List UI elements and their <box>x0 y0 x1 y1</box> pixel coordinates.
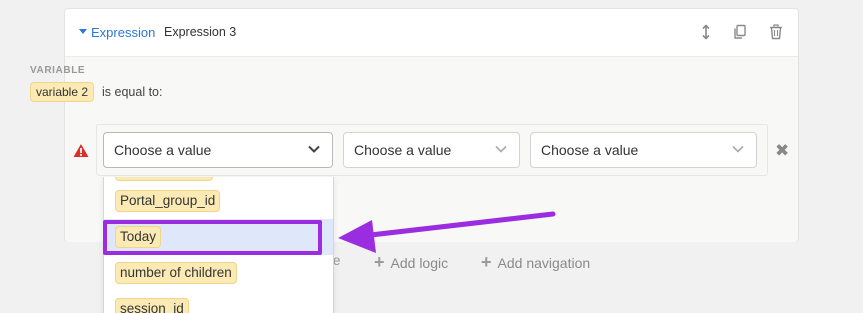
expression-header: Expression Expression 3 <box>65 9 798 57</box>
highlight-box <box>103 220 322 255</box>
variable-tag: variable 2 <box>30 82 95 102</box>
warning-icon <box>73 143 89 158</box>
partial-option <box>115 177 213 181</box>
dropdown-option[interactable]: number of children <box>104 255 333 291</box>
plus-icon: + <box>481 252 492 272</box>
expression-type-toggle[interactable]: Expression <box>91 25 155 40</box>
plus-icon: + <box>374 252 385 272</box>
remove-condition-icon[interactable]: ✖ <box>775 142 789 159</box>
caret-down-icon[interactable] <box>79 29 87 34</box>
chevron-down-icon <box>495 145 507 153</box>
dropdown-option[interactable]: Portal_group_id <box>104 183 333 219</box>
chevron-down-icon <box>308 145 320 153</box>
select-value: Choose a value <box>541 142 639 158</box>
chevron-down-icon <box>732 145 744 153</box>
trash-icon[interactable] <box>767 23 785 41</box>
dropdown-option[interactable]: session_id <box>104 291 333 313</box>
add-logic-button[interactable]: + Add logic <box>374 252 448 273</box>
value-select-3[interactable]: Choose a value <box>530 132 757 168</box>
expression-name: Expression 3 <box>164 25 237 39</box>
select-value: Choose a value <box>114 142 212 158</box>
value-select-2[interactable]: Choose a value <box>343 132 520 168</box>
value-select-1[interactable]: Choose a value <box>103 132 333 168</box>
add-navigation-label: Add navigation <box>497 254 591 271</box>
add-logic-label: Add logic <box>390 254 449 271</box>
variable-row: variable 2 is equal to: <box>30 82 163 102</box>
add-navigation-button[interactable]: + Add navigation <box>481 252 590 273</box>
variable-section-label: VARIABLE <box>30 65 86 76</box>
select-value: Choose a value <box>354 142 452 158</box>
duplicate-icon[interactable] <box>731 23 749 41</box>
operator-text: is equal to: <box>102 85 163 99</box>
reorder-icon[interactable] <box>697 23 715 41</box>
